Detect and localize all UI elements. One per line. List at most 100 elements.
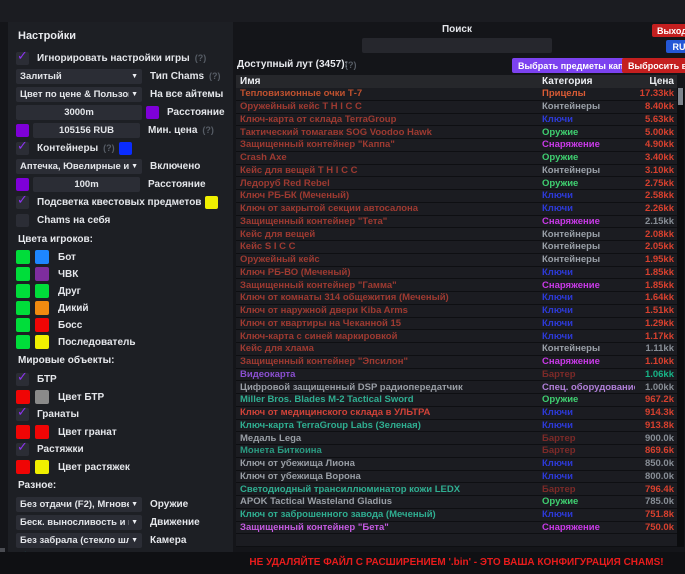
loot-table-row[interactable]: Кейс S I C CКонтейнеры2.05kk	[236, 241, 677, 254]
loot-item-name: Светодиодный трансиллюминатор кожи LEDX	[236, 484, 542, 495]
loot-table-row[interactable]: Оружейный кейс T H I C CКонтейнеры8.40kk	[236, 101, 677, 114]
loot-table-row[interactable]: Защищенный контейнер "Тета"Снаряжение2.1…	[236, 216, 677, 229]
color-swatch[interactable]	[16, 284, 30, 298]
loot-table-row[interactable]: APOK Tactical Wasteland GladiusОружие785…	[236, 496, 677, 509]
color-swatch[interactable]	[35, 284, 49, 298]
color-swatch[interactable]	[16, 301, 30, 315]
exit-button[interactable]: Выход	[652, 24, 685, 37]
loot-table-row[interactable]: Оружейный кейсКонтейнеры1.95kk	[236, 254, 677, 267]
color-swatch[interactable]	[35, 390, 49, 404]
dropdown[interactable]: Аптечка, Ювелирные и...▼	[16, 159, 142, 174]
loot-table-row[interactable]: Кейс для вещейКонтейнеры2.08kk	[236, 228, 677, 241]
loot-table-row[interactable]: Тепловизионные очки Т-7Прицелы17.33kk	[236, 88, 677, 101]
loot-table-row[interactable]: Ключ РБ-БК (Меченый)Ключи2.58kk	[236, 190, 677, 203]
loot-table-row[interactable]: Медаль LegaБартер900.0k	[236, 432, 677, 445]
loot-help-icon[interactable]: (?)	[345, 60, 357, 70]
value-input[interactable]: 100m	[33, 177, 140, 192]
loot-table-row[interactable]: Кейс для хламаКонтейнеры1.11kk	[236, 343, 677, 356]
checkbox[interactable]	[16, 214, 29, 227]
loot-table-row[interactable]: Ключ от комнаты 314 общежития (Меченый)К…	[236, 292, 677, 305]
color-swatch[interactable]	[35, 318, 49, 332]
help-icon[interactable]: (?)	[195, 53, 207, 63]
checkbox[interactable]: ✓	[16, 52, 29, 65]
color-swatch[interactable]	[146, 106, 159, 119]
column-header-price[interactable]: Цена	[635, 76, 677, 87]
value-input[interactable]: 3000m	[16, 105, 142, 120]
color-swatch[interactable]	[35, 267, 49, 281]
color-swatch[interactable]	[16, 425, 30, 439]
select-kappa-items-button[interactable]: Выбрать предметы каппа	[512, 58, 640, 73]
loot-table-row[interactable]: Защищенный контейнер "Бета"Снаряжение750…	[236, 522, 677, 535]
color-swatch[interactable]	[16, 390, 30, 404]
loot-item-name: Crash Axe	[236, 152, 542, 163]
color-swatch[interactable]	[205, 196, 218, 209]
color-swatch[interactable]	[16, 335, 30, 349]
color-swatch[interactable]	[35, 250, 49, 264]
loot-table-row[interactable]: Ключ РБ-ВО (Меченый)Ключи1.85kk	[236, 267, 677, 280]
color-swatch[interactable]	[16, 318, 30, 332]
loot-table-row[interactable]: Ключ-карта с синей маркировкойКлючи1.17k…	[236, 330, 677, 343]
loot-table-row[interactable]: Кейс для вещей T H I C CКонтейнеры3.10kk	[236, 165, 677, 178]
loot-table-row[interactable]: ВидеокартаБартер1.06kk	[236, 369, 677, 382]
loot-table-row[interactable]: Ключ от закрытой секции автосалонаКлючи2…	[236, 203, 677, 216]
loot-item-name: Оружейный кейс T H I C C	[236, 101, 542, 112]
loot-table-row[interactable]: Ключ от убежища ВоронаКлючи800.0k	[236, 471, 677, 484]
dropdown[interactable]: Цвет по цене & Пользователь▼	[16, 87, 142, 102]
help-icon[interactable]: (?)	[209, 71, 221, 81]
loot-table-row[interactable]: Монета БиткоинаБартер869.6k	[236, 445, 677, 458]
color-swatch[interactable]	[119, 142, 132, 155]
loot-table-row[interactable]: Ключ от заброшенного завода (Меченый)Клю…	[236, 509, 677, 522]
loot-table-row[interactable]: Защищенный контейнер "Эпсилон"Снаряжение…	[236, 356, 677, 369]
color-swatch[interactable]	[16, 250, 30, 264]
loot-table-row[interactable]: Цифровой защищенный DSP радиопередатчикС…	[236, 381, 677, 394]
loot-table-row[interactable]: Crash AxeОружие3.40kk	[236, 152, 677, 165]
loot-table-row[interactable]: Светодиодный трансиллюминатор кожи LEDXБ…	[236, 483, 677, 496]
value-input[interactable]: 105156 RUB	[33, 123, 140, 138]
checkmark-icon: ✓	[17, 369, 28, 385]
loot-scrollbar[interactable]	[677, 88, 684, 547]
column-header-name[interactable]: Имя	[236, 76, 542, 87]
loot-table-row[interactable]: Ключ-карта от склада TerraGroupКлючи5.63…	[236, 114, 677, 127]
loot-item-category: Оружие	[542, 394, 635, 405]
drop-all-button[interactable]: Выбросить все	[622, 58, 685, 73]
dropdown[interactable]: Без отдачи (F2), Мгновенное п▼	[16, 497, 142, 512]
loot-table-row[interactable]: Miller Bros. Blades M-2 Tactical SwordОр…	[236, 394, 677, 407]
checkbox[interactable]: ✓	[16, 373, 29, 386]
color-pair-label: Цвет гранат	[58, 427, 117, 438]
help-icon[interactable]: (?)	[103, 143, 115, 153]
language-button[interactable]: RU	[666, 40, 685, 53]
loot-table-row[interactable]	[236, 534, 677, 547]
dropdown[interactable]: Без забрала (стекло шлема)▼	[16, 533, 142, 548]
color-swatch[interactable]	[35, 301, 49, 315]
loot-table-row[interactable]: Ключ от квартиры на Чеканной 15Ключи1.29…	[236, 318, 677, 331]
checkbox[interactable]: ✓	[16, 408, 29, 421]
loot-table-row[interactable]: Ключ от убежища ЛионаКлючи850.0k	[236, 458, 677, 471]
loot-scrollbar-thumb[interactable]	[678, 88, 683, 105]
loot-table-row[interactable]: Ключ-карта TerraGroup Labs (Зеленая)Ключ…	[236, 420, 677, 433]
dropdown[interactable]: Залитый▼	[16, 69, 142, 84]
loot-table-row[interactable]: Ключ от медицинского склада в УЛЬТРАКлюч…	[236, 407, 677, 420]
color-swatch[interactable]	[16, 178, 29, 191]
dropdown[interactable]: Беск. выносливость и нет уста▼	[16, 515, 142, 530]
loot-table-row[interactable]: Защищенный контейнер "Каппа"Снаряжение4.…	[236, 139, 677, 152]
loot-table-row[interactable]: Ключ от наружной двери Kiba ArmsКлючи1.5…	[236, 305, 677, 318]
loot-table-row[interactable]: Защищенный контейнер "Гамма"Снаряжение1.…	[236, 279, 677, 292]
color-swatch[interactable]	[35, 335, 49, 349]
settings-panel-title: Настройки	[18, 30, 225, 42]
search-input[interactable]	[362, 38, 552, 53]
color-swatch[interactable]	[16, 460, 30, 474]
loot-item-price: 850.0k	[635, 458, 677, 469]
loot-table-row[interactable]: Ледоруб Red RebelОружие2.75kk	[236, 177, 677, 190]
checkbox[interactable]: ✓	[16, 443, 29, 456]
help-icon[interactable]: (?)	[202, 125, 214, 135]
loot-table-row[interactable]: Тактический томагавк SOG Voodoo HawkОруж…	[236, 126, 677, 139]
checkbox[interactable]: ✓	[16, 196, 29, 209]
column-header-category[interactable]: Категория	[542, 76, 635, 87]
checkbox[interactable]: ✓	[16, 142, 29, 155]
color-swatch[interactable]	[35, 460, 49, 474]
loot-item-name: Ключ от комнаты 314 общежития (Меченый)	[236, 292, 542, 303]
color-swatch[interactable]	[16, 267, 30, 281]
color-swatch[interactable]	[35, 425, 49, 439]
color-swatch[interactable]	[16, 124, 29, 137]
titlebar[interactable]	[0, 0, 685, 22]
